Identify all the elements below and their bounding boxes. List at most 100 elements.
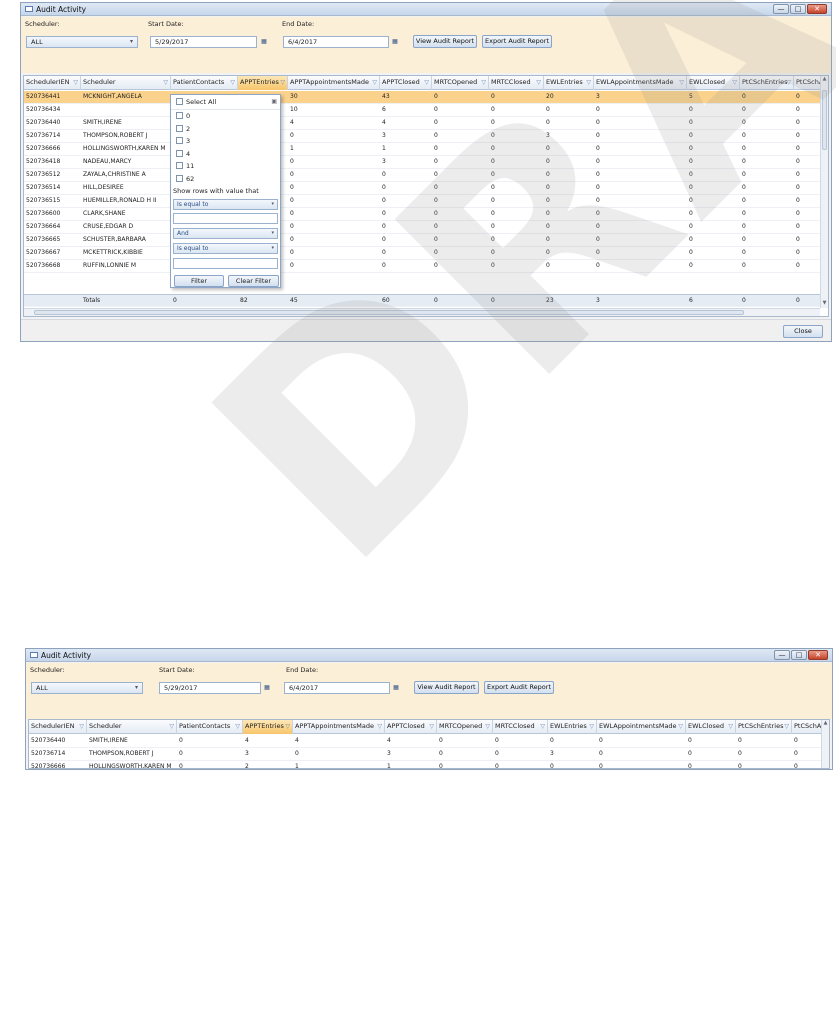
select-all-option[interactable]: Select All — [176, 97, 216, 108]
table-row[interactable]: 520736600 CLARK,SHANE 0 0 0 0 0 0 0 0 0 — [24, 208, 828, 221]
end-date-field[interactable]: 6/4/2017 — [283, 36, 389, 48]
minimize-icon[interactable]: — — [774, 650, 790, 660]
filter-value-option[interactable]: 2 — [176, 124, 190, 135]
table-row[interactable]: 520736441 MCKNIGHT,ANGELA 30 43 0 0 20 3 5 0 0 — [24, 91, 828, 104]
export-audit-report-button[interactable]: Export Audit Report — [484, 681, 554, 694]
checkbox[interactable] — [176, 137, 183, 144]
filter-icon[interactable]: ▽ — [536, 76, 541, 89]
checkbox[interactable] — [176, 98, 183, 105]
table-row[interactable]: 520736668 RUFFIN,LONNIE M000000000 — [24, 260, 828, 273]
checkbox[interactable] — [176, 174, 183, 182]
table-row[interactable]: 520736434 10 6 0 0 0 0 0 0 0 — [24, 104, 828, 117]
scheduler-combo[interactable]: ALL ▾ — [26, 36, 138, 48]
column-header[interactable]: APPTAppointmentsMade ▽ — [293, 720, 385, 734]
operator-2-combo[interactable]: Is equal to ▾ — [173, 243, 278, 254]
filter-value-option[interactable]: 4 — [176, 149, 190, 160]
filter-icon[interactable]: ▽ — [586, 76, 591, 89]
filter-icon[interactable]: ▽ — [163, 76, 168, 89]
column-header[interactable]: Scheduler ▽ — [87, 720, 177, 734]
filter-icon[interactable]: ▽ — [728, 720, 733, 733]
vertical-scrollbar[interactable]: ▲ — [821, 720, 829, 768]
calendar-icon[interactable]: ▦ — [390, 36, 400, 48]
column-header[interactable]: PtCSchEntries ▽ — [740, 76, 794, 90]
maximize-icon[interactable]: □ — [790, 4, 806, 14]
scroll-thumb[interactable] — [822, 90, 827, 150]
column-header[interactable]: APPTClosed ▽ — [385, 720, 437, 734]
column-header[interactable]: Scheduler ▽ — [81, 76, 171, 90]
filter-icon[interactable]: ▽ — [784, 720, 789, 733]
filter-icon[interactable]: ▽ — [786, 76, 791, 89]
filter-icon[interactable]: ▽ — [372, 76, 377, 89]
filter-icon[interactable]: ▽ — [540, 720, 545, 733]
filter-icon[interactable]: ▽ — [73, 76, 78, 89]
column-header[interactable]: EWLClosed ▽ — [686, 720, 736, 734]
view-audit-report-button[interactable]: View Audit Report — [413, 35, 477, 48]
close-icon[interactable]: ✕ — [808, 650, 828, 660]
filter-icon[interactable]: ▽ — [679, 76, 684, 89]
scroll-thumb[interactable] — [34, 310, 744, 315]
table-row[interactable]: 520736714 THOMPSON,ROBERT J030030000 — [24, 130, 828, 143]
column-header[interactable]: EWLAppointmentsMade ▽ — [594, 76, 687, 90]
table-row[interactable]: 520736515 HUEMILLER,RONALD H II 0 0 0 0 0 0 0 0 0 — [24, 195, 828, 208]
maximize-icon[interactable]: □ — [791, 650, 807, 660]
calendar-icon[interactable]: ▦ — [259, 36, 269, 48]
filter-icon[interactable]: ▽ — [481, 76, 486, 89]
filter-icon[interactable]: ▽ — [678, 720, 683, 733]
table-row[interactable]: 520736440 SMITH,IRENE 0 4 4 4 0 0 0 0 0 0 0 — [29, 735, 829, 748]
checkbox[interactable] — [176, 112, 183, 119]
scroll-up-icon[interactable]: ▲ — [822, 720, 829, 728]
column-header[interactable]: EWLEntries ▽ — [544, 76, 594, 90]
column-header[interactable]: PtCSchEntries ▽ — [736, 720, 792, 734]
column-header[interactable]: PatientContacts ▽ — [177, 720, 243, 734]
close-button[interactable]: Close — [783, 325, 823, 338]
filter-icon[interactable]: ▽ — [424, 76, 429, 89]
start-date-field[interactable]: 5/29/2017 — [159, 682, 261, 694]
column-header[interactable]: SchedulerIEN ▽ — [24, 76, 81, 90]
column-header[interactable]: PatientContacts ▽ — [171, 76, 238, 90]
filter-icon[interactable]: ▽ — [169, 720, 174, 733]
column-header[interactable]: MRTCClosed ▽ — [493, 720, 548, 734]
checkbox[interactable] — [176, 149, 183, 157]
end-date-field[interactable]: 6/4/2017 — [284, 682, 390, 694]
filter-value-option[interactable]: 0 — [176, 111, 190, 122]
column-header[interactable]: APPTClosed ▽ — [380, 76, 432, 90]
filter-icon[interactable]: ▽ — [732, 76, 737, 89]
filter-icon[interactable]: ▽ — [235, 720, 240, 733]
filter-value-2-input[interactable] — [173, 258, 278, 269]
column-header[interactable]: MRTCOpened ▽ — [432, 76, 489, 90]
horizontal-scrollbar[interactable] — [24, 308, 820, 316]
operator-1-combo[interactable]: Is equal to ▾ — [173, 199, 278, 210]
table-row[interactable]: 520736714 THOMPSON,ROBERT J03030030000 — [29, 748, 829, 761]
filter-icon[interactable]: ▽ — [589, 720, 594, 733]
table-row[interactable]: 520736666 HOLLINGSWORTH,KAREN M110000000 — [24, 143, 828, 156]
scroll-up-icon[interactable]: ▲ — [821, 76, 828, 84]
table-row[interactable]: 520736418 NADEAU,MARCY 0 3 0 0 0 0 0 0 0 — [24, 156, 828, 169]
column-header[interactable]: SchedulerIEN ▽ — [29, 720, 87, 734]
table-row[interactable]: 520736666 HOLLINGSWORTH,KAREN M 0 2 1 1 0 0 0 0 0 0… — [29, 761, 829, 768]
vertical-scrollbar[interactable]: ▲ ▼ — [820, 76, 828, 308]
table-row[interactable]: 520736665 SCHUSTER,BARBARA 0 0 0 0 0 0 0 0 0 — [24, 234, 828, 247]
filter-icon[interactable]: ▽ — [280, 76, 285, 89]
filter-icon[interactable]: ▽ — [285, 720, 290, 733]
filter-icon[interactable]: ▽ — [377, 720, 382, 733]
checkbox[interactable] — [176, 124, 183, 132]
filter-icon[interactable]: ▽ — [230, 76, 235, 89]
filter-icon[interactable]: ▽ — [485, 720, 490, 733]
table-row[interactable]: 520736514 HILL,DESIREE 0 0 0 0 0 0 0 0 0 — [24, 182, 828, 195]
column-header[interactable]: APPTAppointmentsMade ▽ — [288, 76, 380, 90]
filter-button[interactable]: Filter — [174, 275, 224, 287]
minimize-icon[interactable]: — — [773, 4, 789, 14]
calendar-icon[interactable]: ▦ — [391, 682, 401, 694]
filter-icon[interactable]: ▽ — [429, 720, 434, 733]
filter-value-1-input[interactable] — [173, 213, 278, 224]
conjunction-combo[interactable]: And ▾ — [173, 228, 278, 239]
filter-value-option[interactable]: 62 — [176, 174, 194, 185]
filter-value-option[interactable]: 3 — [176, 136, 190, 147]
column-header[interactable]: APPTEntries ▽ — [243, 720, 293, 734]
export-audit-report-button[interactable]: Export Audit Report — [482, 35, 552, 48]
close-icon[interactable]: ✕ — [807, 4, 827, 14]
scheduler-combo[interactable]: ALL ▾ — [31, 682, 143, 694]
column-header[interactable]: MRTCClosed ▽ — [489, 76, 544, 90]
table-row[interactable]: 520736664 CRUSE,EDGAR D000000000 — [24, 221, 828, 234]
column-header[interactable]: EWLClosed ▽ — [687, 76, 740, 90]
